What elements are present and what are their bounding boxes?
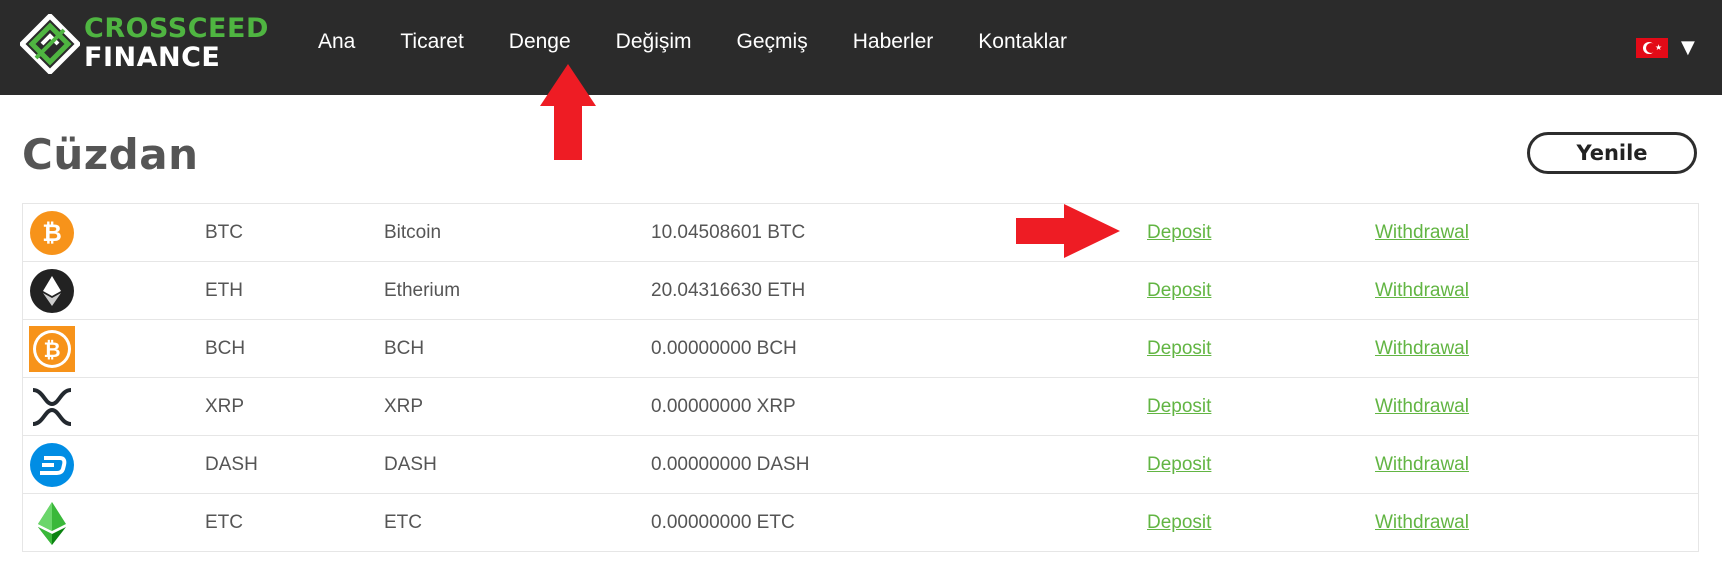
withdrawal-link[interactable]: Withdrawal	[1375, 512, 1469, 534]
coin-symbol: BTC	[205, 222, 243, 243]
nav-item-ana[interactable]: Ana	[318, 30, 355, 60]
coin-balance: 0.00000000 BCH	[651, 338, 797, 359]
table-row: ETC ETC 0.00000000 ETC Deposit Withdrawa…	[23, 494, 1698, 552]
coin-symbol: ETC	[205, 512, 243, 533]
nav-item-denge[interactable]: Denge	[509, 30, 571, 60]
ripple-icon	[32, 388, 72, 426]
deposit-link[interactable]: Deposit	[1147, 280, 1211, 302]
crossceed-logo-icon	[20, 14, 80, 74]
coin-name: BCH	[384, 338, 425, 359]
brand-logo[interactable]: CROSSCEED FINANCE	[20, 14, 270, 80]
coin-symbol: DASH	[205, 454, 258, 475]
chevron-down-icon: ▼	[1681, 37, 1695, 58]
svg-text:₿: ₿	[42, 219, 62, 247]
coin-balance: 10.04508601 BTC	[651, 222, 806, 243]
withdrawal-link[interactable]: Withdrawal	[1375, 222, 1469, 244]
coin-balance: 20.04316630 ETH	[651, 280, 806, 301]
nav-item-haberler[interactable]: Haberler	[853, 30, 934, 60]
deposit-link[interactable]: Deposit	[1147, 338, 1211, 360]
ethereum-classic-icon	[38, 502, 66, 545]
withdrawal-link[interactable]: Withdrawal	[1375, 338, 1469, 360]
red-arrow-up-annotation	[540, 64, 596, 160]
withdrawal-link[interactable]: Withdrawal	[1375, 280, 1469, 302]
coin-balance: 0.00000000 DASH	[651, 454, 810, 475]
coin-name: XRP	[384, 396, 424, 417]
deposit-link[interactable]: Deposit	[1147, 222, 1211, 244]
brand-line-1: CROSSCEED	[84, 13, 269, 44]
deposit-link[interactable]: Deposit	[1147, 512, 1211, 534]
dash-icon	[30, 443, 74, 487]
bitcoin-icon: ₿	[30, 211, 74, 255]
coin-name: DASH	[384, 454, 437, 475]
coin-symbol: XRP	[205, 396, 245, 417]
table-row: XRP XRP 0.00000000 XRP Deposit Withdrawa…	[23, 378, 1698, 436]
wallet-table: ₿ BTC Bitcoin 10.04508601 BTC Deposit Wi…	[22, 203, 1699, 552]
deposit-link[interactable]: Deposit	[1147, 396, 1211, 418]
turkey-flag-icon: ★	[1636, 38, 1668, 58]
coin-symbol: ETH	[205, 280, 243, 301]
bitcoin-cash-icon: ₿	[29, 326, 75, 372]
nav-item-ticaret[interactable]: Ticaret	[400, 30, 463, 60]
table-row: ₿ BTC Bitcoin 10.04508601 BTC Deposit Wi…	[23, 204, 1698, 262]
nav-item-degisim[interactable]: Değişim	[616, 30, 692, 60]
coin-symbol: BCH	[205, 338, 246, 359]
brand-name: CROSSCEED FINANCE	[84, 14, 269, 72]
nav-item-kontaklar[interactable]: Kontaklar	[978, 30, 1067, 60]
brand-line-2: FINANCE	[84, 42, 221, 73]
nav-item-gecmis[interactable]: Geçmiş	[737, 30, 808, 60]
coin-name: Etherium	[384, 280, 461, 301]
refresh-button[interactable]: Yenile	[1527, 132, 1697, 174]
coin-name: Bitcoin	[384, 222, 442, 243]
top-navbar: CROSSCEED FINANCE Ana Ticaret Denge Deği…	[0, 0, 1722, 95]
table-row: ₿ BCH BCH 0.00000000 BCH Deposit Withdra…	[23, 320, 1698, 378]
main-nav: Ana Ticaret Denge Değişim Geçmiş Haberle…	[318, 30, 1112, 60]
language-selector[interactable]: ★ ▼	[1636, 36, 1706, 60]
table-row: ETH Etherium 20.04316630 ETH Deposit Wit…	[23, 262, 1698, 320]
page-title: Cüzdan	[22, 130, 199, 179]
deposit-link[interactable]: Deposit	[1147, 454, 1211, 476]
withdrawal-link[interactable]: Withdrawal	[1375, 454, 1469, 476]
coin-balance: 0.00000000 ETC	[651, 512, 795, 533]
svg-text:₿: ₿	[43, 338, 60, 362]
coin-balance: 0.00000000 XRP	[651, 396, 796, 417]
ethereum-icon	[30, 269, 74, 313]
coin-name: ETC	[384, 512, 422, 533]
withdrawal-link[interactable]: Withdrawal	[1375, 396, 1469, 418]
table-row: DASH DASH 0.00000000 DASH Deposit Withdr…	[23, 436, 1698, 494]
